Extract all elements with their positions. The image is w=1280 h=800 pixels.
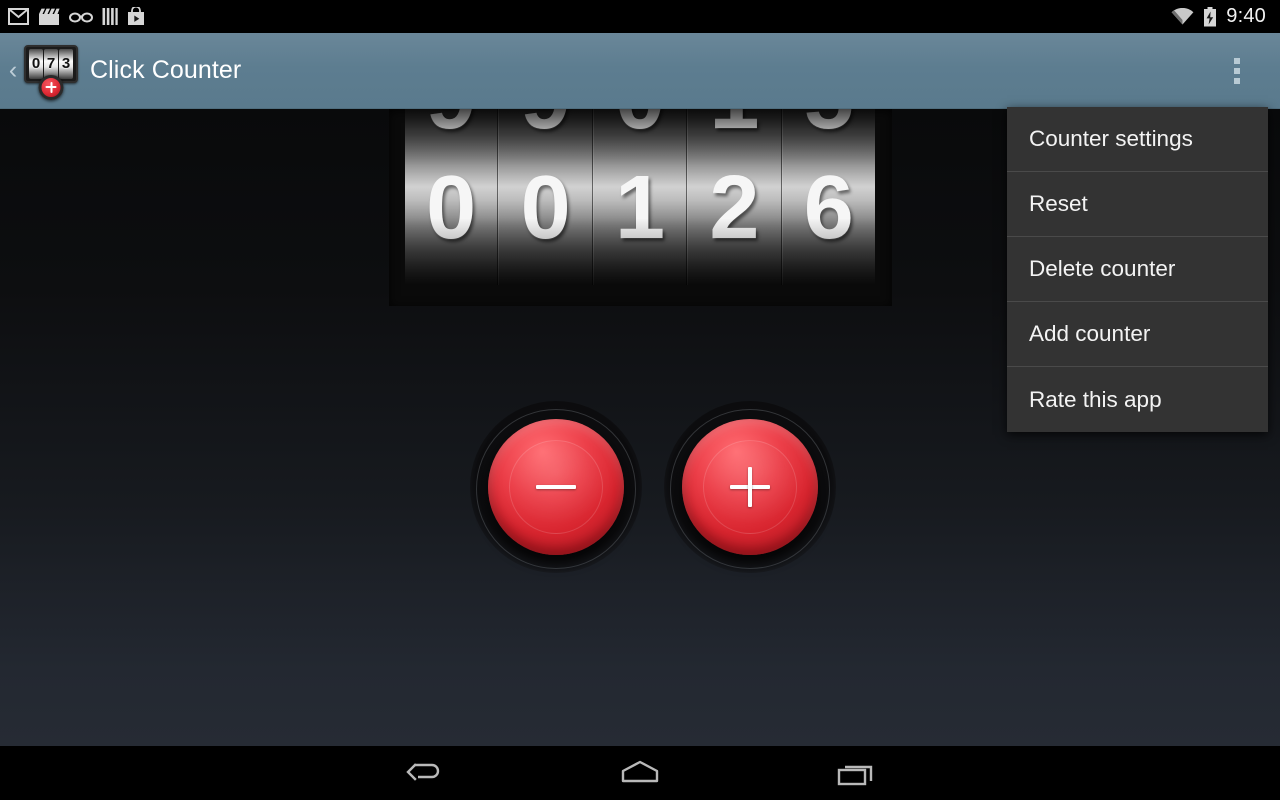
plus-bar-vertical xyxy=(748,467,752,507)
status-bar-clock: 9:40 xyxy=(1226,5,1266,27)
counter-wheel: 1 2 3 xyxy=(687,109,782,285)
counter-display: 9 0 1 9 0 1 0 1 2 xyxy=(389,109,892,306)
back-icon xyxy=(406,763,440,781)
overflow-menu-icon[interactable] xyxy=(1222,46,1252,96)
action-bar: ‹ 0 7 3 Click Counter xyxy=(0,33,1280,109)
button-cap xyxy=(682,419,818,555)
recents-icon xyxy=(837,765,873,786)
counter-wheels: 9 0 1 9 0 1 0 1 2 xyxy=(405,109,875,285)
menu-item-rate-this-app[interactable]: Rate this app xyxy=(1007,367,1268,432)
counter-digit: 1 xyxy=(614,158,666,258)
counter-digit: 0 xyxy=(426,158,477,258)
counter-wheel: 0 1 2 xyxy=(592,109,688,285)
counter-wheel: 9 0 1 xyxy=(405,109,499,285)
status-bar-system-icons: 9:40 xyxy=(1171,5,1270,28)
overflow-popup-menu: Counter settings Reset Delete counter Ad… xyxy=(1007,107,1268,432)
counter-digit-below: 3 xyxy=(688,263,780,285)
counter-digit-above: 5 xyxy=(783,109,875,153)
counter-digit: 0 xyxy=(520,158,571,258)
play-books-icon xyxy=(69,12,93,22)
counter-digit: 6 xyxy=(803,158,854,258)
menu-item-add-counter[interactable]: Add counter xyxy=(1007,302,1268,367)
overflow-dot xyxy=(1234,57,1240,64)
page-title: Click Counter xyxy=(90,56,242,84)
counter-digit-below: 1 xyxy=(405,263,497,285)
minus-icon xyxy=(530,461,582,513)
bars-icon xyxy=(102,8,118,25)
counter-digit-below: 1 xyxy=(499,263,591,285)
app-icon-plus-icon xyxy=(38,74,64,100)
up-navigation-chevron-icon[interactable]: ‹ xyxy=(2,58,24,83)
counter-digit-above: 0 xyxy=(594,109,686,153)
counter-wheel: 9 0 1 xyxy=(498,109,593,285)
overflow-dot xyxy=(1234,77,1240,84)
minus-bar xyxy=(536,485,576,489)
play-store-icon xyxy=(128,7,144,25)
menu-item-reset[interactable]: Reset xyxy=(1007,172,1268,237)
app-icon-digit: 3 xyxy=(59,48,73,79)
home-button[interactable] xyxy=(605,746,675,800)
back-button[interactable] xyxy=(390,746,460,800)
recents-button[interactable] xyxy=(822,746,892,800)
menu-item-delete-counter[interactable]: Delete counter xyxy=(1007,237,1268,302)
overflow-dot xyxy=(1234,67,1240,74)
app-icon: 0 7 3 xyxy=(22,42,80,100)
decrement-button[interactable] xyxy=(470,401,642,573)
counter-digit-below: 7 xyxy=(783,263,875,285)
increment-button[interactable] xyxy=(664,401,836,573)
counter-digit-below: 2 xyxy=(594,263,686,285)
status-bar-notification-icons xyxy=(8,7,145,26)
gmail-icon xyxy=(8,8,29,25)
battery-charging-icon xyxy=(1204,6,1217,26)
counter-digit-above: 9 xyxy=(499,109,591,153)
menu-item-counter-settings[interactable]: Counter settings xyxy=(1007,107,1268,172)
counter-wheel: 5 6 7 xyxy=(781,109,875,285)
home-icon xyxy=(621,760,659,783)
counter-digit-above: 1 xyxy=(688,109,780,153)
button-cap xyxy=(488,419,624,555)
plus-icon xyxy=(724,461,776,513)
android-screen: 9:40 ‹ 0 7 3 Click Counter 9 xyxy=(0,0,1280,800)
navigation-bar xyxy=(0,746,1280,800)
movies-icon xyxy=(39,8,60,25)
counter-digit-above: 9 xyxy=(405,109,497,153)
wifi-icon xyxy=(1171,8,1194,25)
status-bar: 9:40 xyxy=(0,0,1280,33)
counter-digit: 2 xyxy=(709,158,760,258)
app-icon-digit: 0 xyxy=(29,48,43,79)
